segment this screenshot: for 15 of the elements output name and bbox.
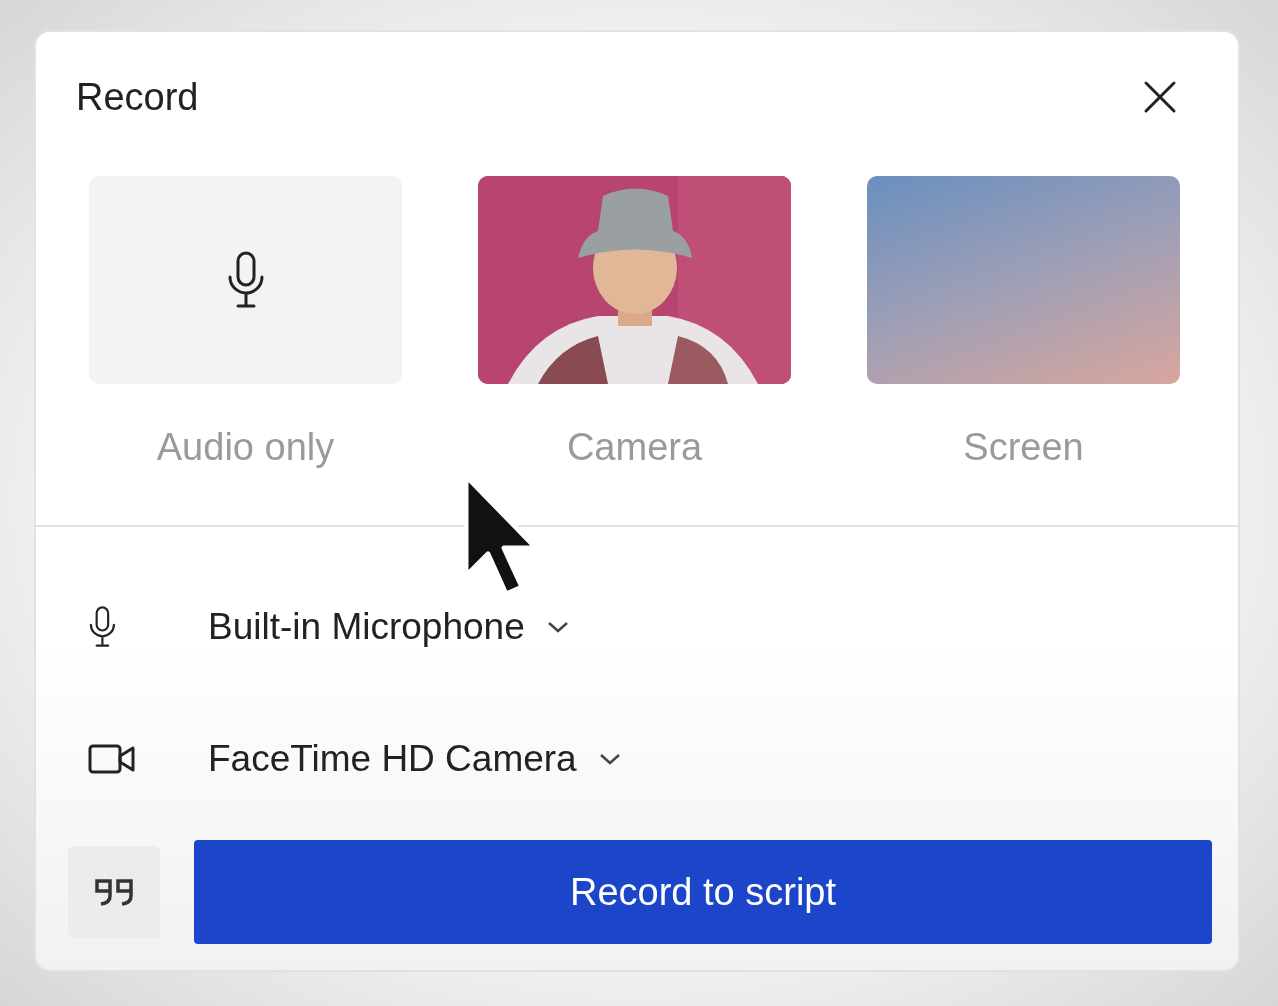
device-select[interactable]: Built-in Microphone bbox=[208, 606, 569, 648]
script-button[interactable] bbox=[68, 846, 160, 938]
chevron-down-icon bbox=[546, 621, 569, 633]
video-camera-icon bbox=[88, 743, 136, 775]
mode-tile[interactable] bbox=[867, 176, 1180, 384]
microphone-icon bbox=[88, 606, 117, 648]
chevron-down-icon bbox=[598, 753, 621, 765]
quote-icon bbox=[94, 878, 134, 906]
mode-tile[interactable] bbox=[89, 176, 402, 384]
mode-label: Screen bbox=[963, 426, 1084, 469]
record-button[interactable]: Record to script bbox=[194, 840, 1212, 944]
mode-label: Audio only bbox=[156, 426, 335, 469]
mode-label: Camera bbox=[566, 426, 703, 469]
dialog-title: Record bbox=[76, 75, 199, 119]
device-select[interactable]: FaceTime HD Camera bbox=[208, 738, 621, 780]
